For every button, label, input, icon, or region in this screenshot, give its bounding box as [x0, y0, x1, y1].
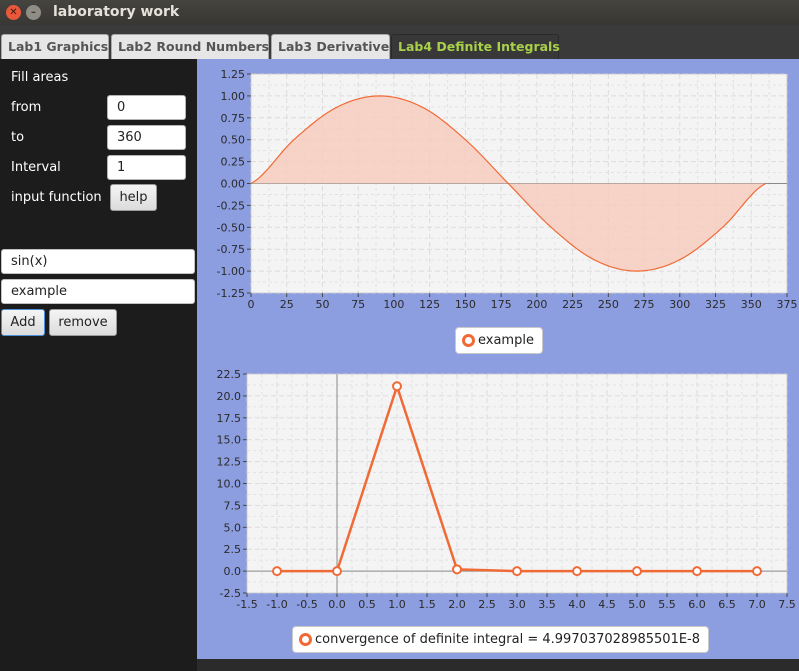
x-tick-label: 6.0 — [688, 598, 706, 611]
add-button[interactable]: Add — [1, 309, 45, 336]
y-tick-label: 0.0 — [224, 565, 242, 578]
y-tick-label: 12.5 — [217, 456, 242, 469]
legend-marker-icon — [299, 633, 312, 646]
fill-areas-label: Fill areas — [11, 70, 69, 85]
area-chart: 0 25 50 75 100 125 150 175 200 225 250 275 300 325 350… — [217, 68, 798, 311]
x-tick-label: 250 — [598, 298, 619, 311]
x-tick-label: 125 — [419, 298, 440, 311]
remove-button[interactable]: remove — [49, 309, 117, 336]
app-window: ✕ – laboratory work Lab1 Graphics Lab2 R… — [0, 0, 799, 671]
x-tick-label: 0 — [248, 298, 255, 311]
y-tick-label: 1.25 — [221, 68, 246, 81]
y-tick-label: -0.50 — [217, 221, 245, 234]
y-tick-label: 17.5 — [217, 412, 242, 425]
x-tick-label: 25 — [280, 298, 294, 311]
x-tick-label: 50 — [315, 298, 329, 311]
x-tick-label: 4.5 — [598, 598, 616, 611]
y-tick-label: -2.5 — [220, 587, 241, 600]
x-tick-label: 175 — [491, 298, 512, 311]
line-chart: -1.5 -1.0 -0.5 0.0 0.5 1.0 1.5 2.0 2.5 3.0 3.5 4.0 4… — [217, 368, 796, 611]
series-name-input[interactable]: example — [1, 279, 195, 304]
x-tick-label: 200 — [526, 298, 547, 311]
x-tick-label: -1.0 — [266, 598, 287, 611]
data-point — [572, 566, 582, 577]
y-tick-label: 7.5 — [224, 499, 242, 512]
x-tick-label: 325 — [705, 298, 726, 311]
x-tick-label: 350 — [741, 298, 762, 311]
x-tick-label: 1.5 — [418, 598, 436, 611]
x-tick-label: 300 — [669, 298, 690, 311]
data-point — [752, 566, 762, 577]
data-point — [332, 566, 342, 577]
x-tick-label: 2.5 — [478, 598, 496, 611]
x-tick-label: 375 — [777, 298, 798, 311]
y-tick-label: 0.75 — [221, 112, 246, 125]
y-tick-label: 10.0 — [217, 478, 242, 491]
window-title: laboratory work — [53, 4, 180, 20]
interval-label: Interval — [11, 160, 61, 175]
from-input[interactable]: 0 — [107, 95, 186, 120]
y-tick-label: 1.00 — [221, 90, 246, 103]
help-button[interactable]: help — [110, 184, 157, 211]
y-tick-label: 2.5 — [224, 543, 242, 556]
to-label: to — [11, 130, 25, 145]
interval-input[interactable]: 1 — [107, 155, 186, 180]
data-point — [272, 566, 282, 577]
data-point — [632, 566, 642, 577]
bottom-strip — [197, 659, 799, 671]
y-tick-label: 20.0 — [217, 390, 242, 403]
y-tick-label: -1.00 — [217, 265, 245, 278]
x-tick-label: 100 — [383, 298, 404, 311]
x-tick-label: 5.5 — [658, 598, 676, 611]
from-label: from — [11, 100, 42, 115]
y-tick-label: 22.5 — [217, 368, 242, 381]
input-function-label: input function — [11, 190, 102, 205]
x-tick-label: 275 — [634, 298, 655, 311]
control-panel: Fill areas from 0 to 360 Interval 1 inpu… — [0, 59, 197, 671]
tab-lab1-graphics[interactable]: Lab1 Graphics — [1, 34, 109, 59]
legend-example: example — [455, 327, 543, 354]
x-tick-label: 6.5 — [718, 598, 736, 611]
data-point — [512, 566, 522, 577]
x-tick-label: 2.0 — [448, 598, 466, 611]
close-icon[interactable]: ✕ — [6, 5, 21, 20]
title-bar: ✕ – laboratory work — [0, 0, 799, 25]
y-tick-label: 0.50 — [221, 134, 246, 147]
tab-bar: Lab1 Graphics Lab2 Round Numbers Lab3 De… — [0, 25, 799, 59]
x-tick-label: 3.5 — [538, 598, 556, 611]
x-tick-label: 7.5 — [778, 598, 796, 611]
data-point — [692, 566, 702, 577]
y-tick-label: 15.0 — [217, 434, 242, 447]
tab-lab4-definite-integrals[interactable]: Lab4 Definite Integrals — [391, 34, 560, 59]
y-tick-label: 0.25 — [221, 156, 246, 169]
x-tick-label: 225 — [562, 298, 583, 311]
data-point — [392, 381, 402, 392]
x-tick-label: -0.5 — [296, 598, 317, 611]
x-tick-label: 0.0 — [328, 598, 346, 611]
x-tick-label: 4.0 — [568, 598, 586, 611]
chart-area: 0 25 50 75 100 125 150 175 200 225 250 275 300 325 350… — [197, 59, 799, 659]
x-tick-label: 1.0 — [388, 598, 406, 611]
y-tick-label: -0.25 — [217, 199, 245, 212]
data-point — [452, 564, 462, 575]
tab-lab2-round-numbers[interactable]: Lab2 Round Numbers — [111, 34, 269, 59]
legend-convergence: convergence of definite integral = 4.997… — [292, 626, 710, 653]
x-tick-label: 5.0 — [628, 598, 646, 611]
tab-lab3-derivative[interactable]: Lab3 Derivative — [271, 34, 390, 59]
x-tick-label: 7.0 — [748, 598, 766, 611]
y-tick-label: 5.0 — [224, 521, 242, 534]
y-tick-label: -1.25 — [217, 287, 245, 300]
function-input[interactable]: sin(x) — [1, 249, 195, 274]
y-tick-label: -0.75 — [217, 243, 245, 256]
y-tick-label: 0.00 — [221, 178, 246, 191]
to-input[interactable]: 360 — [107, 125, 186, 150]
minimize-icon[interactable]: – — [26, 5, 41, 20]
x-tick-label: 3.0 — [508, 598, 526, 611]
legend-marker-icon — [462, 334, 475, 347]
x-tick-label: 150 — [455, 298, 476, 311]
legend-label: example — [478, 333, 534, 348]
x-tick-label: 0.5 — [358, 598, 376, 611]
x-tick-label: 75 — [351, 298, 365, 311]
legend-label: convergence of definite integral = 4.997… — [315, 632, 701, 647]
